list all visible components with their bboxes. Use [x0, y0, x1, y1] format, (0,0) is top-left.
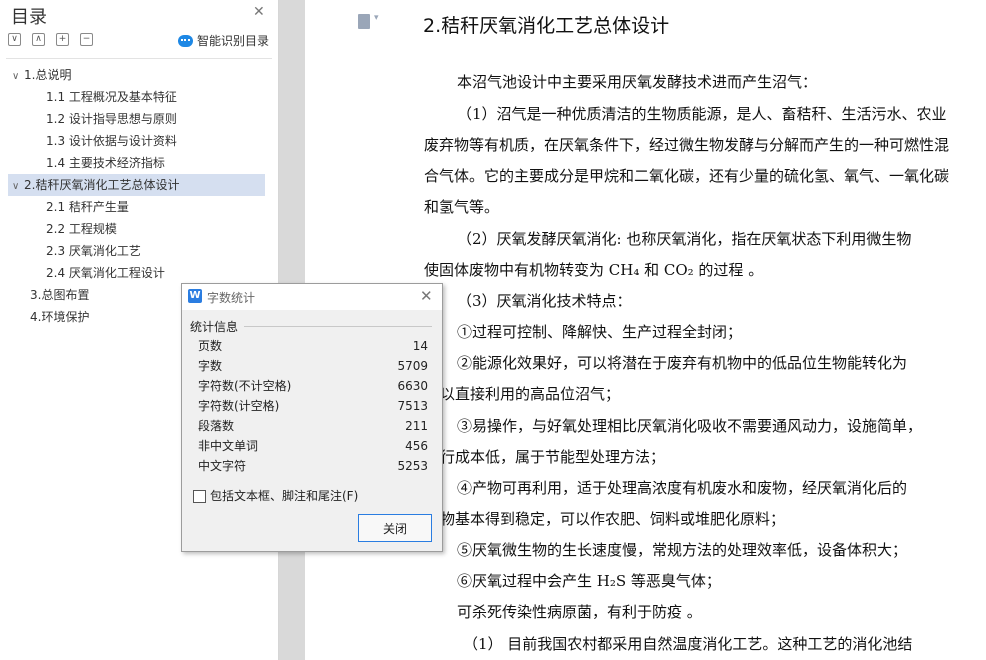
paragraph-line: 和氢气等。: [424, 198, 500, 216]
stat-value: 5709: [397, 359, 428, 373]
toc-item[interactable]: 2.4 厌氧消化工程设计: [46, 262, 165, 284]
stat-label: 段落数: [198, 419, 235, 433]
paragraph-line: 使固体废物中有机物转变为 CH₄ 和 CO₂ 的过程 。: [424, 261, 764, 279]
paragraph-line: 本沼气池设计中主要采用厌氧发酵技术进而产生沼气：: [457, 73, 818, 91]
paragraph-line: 可杀死传染性病原菌，有利于防疫 。: [457, 603, 702, 621]
document-icon[interactable]: [358, 13, 379, 29]
collapse-all-icon[interactable]: ∨: [8, 33, 21, 46]
paragraph-line: 行成本低，属于节能型处理方法；: [440, 448, 666, 466]
close-button[interactable]: 关闭: [358, 514, 432, 542]
paragraph-line: 废弃物等有机质，在厌氧条件下，经过微生物发酵与分解而产生的一种可燃性混: [424, 136, 950, 154]
stat-value: 6630: [397, 379, 428, 393]
stat-row: 段落数 211: [198, 416, 428, 436]
remove-icon[interactable]: −: [80, 33, 93, 46]
paragraph-line: ⑥厌氧过程中会产生 H₂S 等恶臭气体；: [457, 572, 721, 590]
toc-item[interactable]: 2.3 厌氧消化工艺: [46, 240, 141, 262]
toc-item[interactable]: 1.3 设计依据与设计资料: [46, 130, 177, 152]
toc-item[interactable]: 1.1 工程概况及基本特征: [46, 86, 177, 108]
add-icon[interactable]: +: [56, 33, 69, 46]
sidebar-title: 目录: [11, 7, 47, 28]
expand-up-icon[interactable]: ∧: [32, 33, 45, 46]
close-icon[interactable]: ✕: [420, 287, 433, 305]
toc-item[interactable]: 4.环境保护: [30, 306, 89, 328]
chevron-down-icon[interactable]: ∨: [12, 176, 24, 198]
close-icon[interactable]: ✕: [253, 4, 265, 20]
section-label: 统计信息: [190, 320, 239, 334]
toc-item[interactable]: 2.1 秸秆产生量: [46, 196, 129, 218]
toc-item-selected[interactable]: ∨ 2.秸秆厌氧消化工艺总体设计: [8, 174, 265, 196]
paragraph-line: ②能源化效果好，可以将潜在于废弃有机物中的低品位生物能转化为: [457, 354, 908, 372]
stat-row: 字数 5709: [198, 356, 428, 376]
smart-toc-button[interactable]: 智能识别目录: [178, 32, 269, 49]
toc-item[interactable]: ∨ 1.总说明: [12, 64, 266, 86]
paragraph-line: ③易操作，与好氧处理相比厌氧消化吸收不需要通风动力，设施简单，: [457, 417, 923, 435]
paragraph-line: （1） 目前我国农村都采用自然温度消化工艺。这种工艺的消化池结: [463, 635, 913, 653]
stat-row: 字符数(不计空格) 6630: [198, 376, 428, 396]
paragraph-line: ④产物可再利用，适于处理高浓度有机废水和废物，经厌氧消化后的: [457, 479, 908, 497]
wps-logo-icon: W: [188, 289, 202, 303]
paragraph-line: 物基本得到稳定，可以作农肥、饲料或堆肥化原料；: [440, 510, 786, 528]
paragraph-line: 合气体。它的主要成分是甲烷和二氧化碳，还有少量的硫化氢、氧气、一氧化碳: [424, 167, 950, 185]
dialog-title: 字数统计: [207, 291, 256, 305]
include-footnotes-checkbox[interactable]: [193, 490, 206, 503]
stat-value: 456: [405, 439, 428, 453]
toc-item[interactable]: 1.2 设计指导思想与原则: [46, 108, 177, 130]
paragraph-line: 以直接利用的高品位沼气；: [440, 385, 621, 403]
checkbox-label[interactable]: 包括文本框、脚注和尾注(F): [210, 487, 358, 504]
stat-value: 211: [405, 419, 428, 433]
stat-row: 字符数(计空格) 7513: [198, 396, 428, 416]
toc-item[interactable]: 3.总图布置: [30, 284, 89, 306]
stat-value: 5253: [397, 459, 428, 473]
stat-label: 非中文单词: [198, 439, 259, 453]
stat-label: 页数: [198, 339, 223, 353]
stat-label: 中文字符: [198, 459, 247, 473]
smart-toc-label: 智能识别目录: [197, 34, 270, 48]
chevron-down-icon[interactable]: ∨: [12, 66, 24, 88]
stat-label: 字符数(计空格): [198, 399, 280, 413]
ai-icon: [178, 34, 193, 47]
paragraph-line: （3）厌氧消化技术特点：: [457, 292, 632, 310]
stat-value: 14: [412, 339, 428, 353]
toc-item[interactable]: 2.2 工程规模: [46, 218, 117, 240]
divider: [244, 326, 432, 327]
stat-label: 字符数(不计空格): [198, 379, 292, 393]
section-heading: 2.秸秆厌氧消化工艺总体设计: [423, 15, 670, 37]
paragraph-line: （1）沼气是一种优质清洁的生物质能源，是人、畜秸秆、生活污水、农业: [457, 105, 947, 123]
toc-item-label: 2.秸秆厌氧消化工艺总体设计: [24, 178, 180, 192]
stat-row: 中文字符 5253: [198, 456, 428, 476]
dialog-titlebar[interactable]: W 字数统计 ✕: [182, 284, 442, 310]
paragraph-line: ①过程可控制、降解快、生产过程全封闭；: [457, 323, 743, 341]
stat-value: 7513: [397, 399, 428, 413]
stat-row: 非中文单词 456: [198, 436, 428, 456]
word-count-dialog: W 字数统计 ✕ 统计信息 页数 14 字数 5709 字符数(不计空格) 6630 …: [181, 283, 443, 552]
paragraph-line: ⑤厌氧微生物的生长速度慢，常规方法的处理效率低，设备体积大；: [457, 541, 908, 559]
toc-item[interactable]: 1.4 主要技术经济指标: [46, 152, 165, 174]
stat-label: 字数: [198, 359, 223, 373]
stat-row: 页数 14: [198, 336, 428, 356]
paragraph-line: （2）厌氧发酵厌氧消化: 也称厌氧消化，指在厌氧状态下利用微生物: [457, 230, 912, 248]
toc-item-label: 1.总说明: [24, 68, 72, 82]
divider: [6, 58, 272, 59]
